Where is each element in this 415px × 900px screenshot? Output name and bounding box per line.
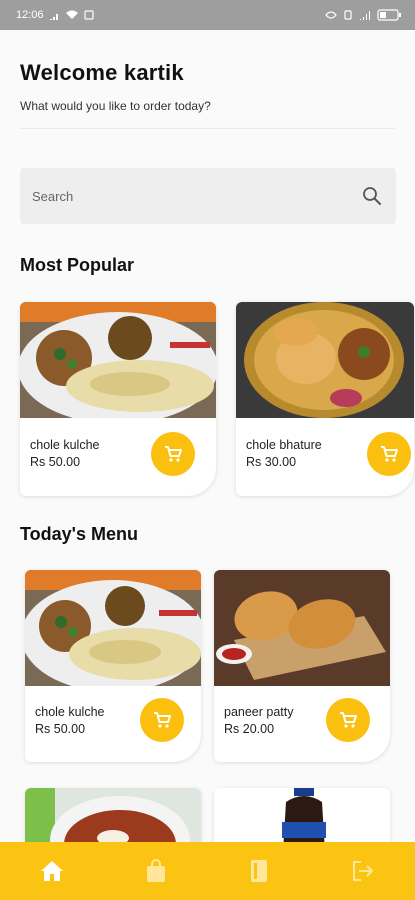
- product-name: chole kulche: [30, 438, 100, 452]
- product-card[interactable]: chole bhature Rs 30.00: [236, 302, 414, 496]
- product-name: chole bhature: [246, 438, 322, 452]
- section-title-most-popular: Most Popular: [20, 255, 135, 275]
- network-icon: [360, 11, 370, 20]
- search-bar[interactable]: [20, 168, 396, 224]
- page-title: Welcome kartik: [20, 60, 184, 85]
- notification-icon: [83, 10, 94, 20]
- product-price: Rs 50.00: [35, 722, 86, 736]
- cart-icon: [340, 712, 357, 728]
- product-card[interactable]: chole kulche Rs 50.00: [25, 570, 201, 762]
- add-to-cart-button[interactable]: [151, 432, 195, 476]
- cart-icon: [154, 712, 171, 728]
- vibrate-icon: [344, 10, 352, 20]
- status-time: 12:06: [16, 9, 44, 21]
- product-price: Rs 30.00: [246, 455, 297, 469]
- nav-menu[interactable]: [239, 851, 279, 891]
- nav-orders[interactable]: [136, 851, 176, 891]
- cart-icon: [381, 446, 398, 462]
- product-price: Rs 50.00: [30, 455, 81, 469]
- search-input[interactable]: [32, 188, 332, 204]
- bottom-nav: [0, 842, 415, 900]
- product-image: [236, 302, 414, 418]
- header: Welcome kartik What would you like to or…: [20, 60, 395, 113]
- nav-home[interactable]: [32, 851, 72, 891]
- shopping-bag-icon: [146, 859, 165, 882]
- home-icon: [40, 861, 63, 881]
- cart-icon: [165, 446, 182, 462]
- product-name: chole kulche: [35, 705, 105, 719]
- wifi-icon: [65, 10, 78, 19]
- product-price: Rs 20.00: [224, 722, 275, 736]
- product-image: [20, 302, 216, 418]
- product-image: [214, 570, 390, 686]
- product-name: paneer patty: [224, 705, 294, 719]
- nav-logout[interactable]: [343, 851, 383, 891]
- section-title-todays-menu: Today's Menu: [20, 524, 138, 544]
- data-saver-icon: [325, 11, 337, 19]
- add-to-cart-button[interactable]: [367, 432, 411, 476]
- search-icon[interactable]: [362, 186, 382, 206]
- product-card[interactable]: chole kulche Rs 50.00: [20, 302, 216, 496]
- book-icon: [251, 860, 268, 882]
- page-subtitle: What would you like to order today?: [20, 99, 211, 113]
- status-bar: 12:06: [0, 0, 415, 30]
- divider: [20, 128, 395, 129]
- signal-icon: [49, 13, 58, 20]
- add-to-cart-button[interactable]: [326, 698, 370, 742]
- product-card[interactable]: paneer patty Rs 20.00: [214, 570, 390, 762]
- logout-icon: [353, 861, 374, 881]
- product-image: [25, 570, 201, 686]
- add-to-cart-button[interactable]: [140, 698, 184, 742]
- battery-icon: [377, 9, 401, 21]
